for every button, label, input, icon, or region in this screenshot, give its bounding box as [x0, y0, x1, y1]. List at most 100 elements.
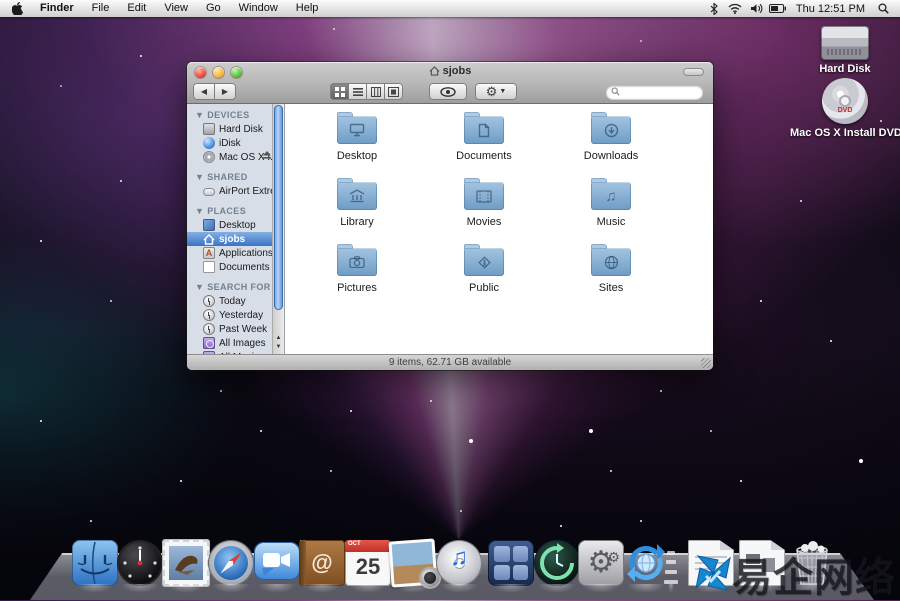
folder-movies[interactable]: Movies — [436, 178, 532, 228]
scrollbar-arrows[interactable]: ▲▼ — [273, 334, 284, 352]
sidebar-item-label: sjobs — [219, 234, 245, 245]
sidebar-item-desktop[interactable]: Desktop — [187, 218, 273, 232]
dock-item-mail[interactable] — [163, 540, 209, 586]
sidebar-item-all-images[interactable]: All Images — [187, 336, 273, 350]
folder-sites[interactable]: Sites — [563, 244, 659, 294]
folder-label: Desktop — [309, 150, 405, 162]
home-icon — [203, 233, 215, 245]
coverflow-view-button[interactable] — [384, 83, 403, 100]
dock-item-system-preferences[interactable]: ⚙⚙ — [578, 540, 624, 586]
wifi-icon[interactable] — [727, 0, 744, 17]
desktop-icon-label: Mac OS X Install DVD — [790, 127, 900, 139]
folder-desktop[interactable]: Desktop — [309, 112, 405, 162]
menu-go[interactable]: Go — [197, 0, 230, 17]
finder-window: sjobs ◀ ▶ — [187, 62, 713, 370]
dock-item-time-machine[interactable] — [534, 540, 580, 586]
desktop-icon-install-dvd[interactable]: DVD Mac OS X Install DVD — [790, 78, 900, 139]
sidebar-item-idisk[interactable]: iDisk — [187, 136, 273, 150]
toolbar-toggle-pill[interactable] — [683, 68, 704, 76]
folder-public[interactable]: Public — [436, 244, 532, 294]
apple-menu-icon[interactable] — [0, 2, 31, 15]
icon-view-button[interactable] — [330, 83, 349, 100]
column-view-button[interactable] — [366, 83, 385, 100]
ical-day: 25 — [345, 552, 391, 582]
sidebar-item-hard-disk[interactable]: Hard Disk — [187, 122, 273, 136]
menu-view[interactable]: View — [155, 0, 197, 17]
drive-icon — [203, 123, 215, 135]
sidebar-item-label: Hard Disk — [219, 124, 263, 135]
folder-downloads[interactable]: Downloads — [563, 112, 659, 162]
search-input[interactable] — [606, 85, 703, 99]
folder-pictures[interactable]: Pictures — [309, 244, 405, 294]
status-text: 9 items, 62.71 GB available — [389, 357, 511, 368]
scrollbar-thumb[interactable] — [274, 105, 283, 310]
folder-label: Pictures — [309, 282, 405, 294]
sidebar-item-label: Today — [219, 296, 246, 307]
dock-item-sync[interactable] — [623, 540, 669, 586]
dock-item-safari[interactable] — [208, 540, 254, 586]
dock-item-dashboard[interactable] — [117, 540, 163, 586]
folder-documents[interactable]: Documents — [436, 112, 532, 162]
pictures-folder-icon — [337, 248, 377, 276]
sidebar-section-shared[interactable]: ▼ SHARED — [187, 170, 273, 184]
sidebar-item-past-week[interactable]: Past Week — [187, 322, 273, 336]
eject-icon[interactable] — [263, 151, 271, 162]
folder-music[interactable]: ♫Music — [563, 178, 659, 228]
resize-grip[interactable] — [701, 358, 711, 368]
sidebar-section-devices[interactable]: ▼ DEVICES — [187, 108, 273, 122]
dock-item-spaces[interactable] — [488, 540, 534, 586]
quick-look-button[interactable] — [429, 83, 467, 100]
sites-folder-icon — [591, 248, 631, 276]
doc-icon — [203, 261, 215, 273]
window-chrome[interactable]: sjobs ◀ ▶ — [187, 62, 713, 103]
dock-item-ichat[interactable] — [254, 540, 300, 586]
menu-bar: FinderFileEditViewGoWindowHelp Thu 12:51… — [0, 0, 900, 17]
public-folder-icon — [464, 248, 504, 276]
forward-button[interactable]: ▶ — [214, 83, 236, 100]
folder-label: Sites — [563, 282, 659, 294]
sidebar-item-applications[interactable]: AApplications — [187, 246, 273, 260]
back-button[interactable]: ◀ — [193, 83, 215, 100]
sidebar-item-label: All Images — [219, 338, 266, 349]
dock-item-ical[interactable]: OCT25 — [345, 540, 391, 586]
dock-item-documents-stack[interactable] — [688, 540, 734, 586]
disc-icon — [203, 151, 215, 163]
desktop-icon-hard-disk[interactable]: Hard Disk — [790, 26, 900, 75]
sidebar-item-documents[interactable]: Documents — [187, 260, 273, 274]
sidebar-item-sjobs[interactable]: sjobs — [187, 232, 284, 246]
folder-library[interactable]: Library — [309, 178, 405, 228]
sidebar-item-label: iDisk — [219, 138, 241, 149]
battery-icon[interactable] — [769, 0, 786, 17]
menu-window[interactable]: Window — [230, 0, 287, 17]
action-menu-button[interactable]: ⚙▼ — [475, 83, 517, 100]
menu-finder[interactable]: Finder — [31, 0, 83, 17]
sidebar-item-airport-extreme[interactable]: AirPort Extreme — [187, 184, 273, 198]
dock-item-itunes[interactable]: ♫ — [436, 540, 482, 586]
sidebar-section-search-for[interactable]: ▼ SEARCH FOR — [187, 280, 273, 294]
sidebar-item-mac-os-x-i-[interactable]: Mac OS X I... — [187, 150, 273, 164]
folder-label: Movies — [436, 216, 532, 228]
sidebar-item-yesterday[interactable]: Yesterday — [187, 308, 273, 322]
chevron-down-icon: ▼ — [499, 88, 506, 95]
menu-edit[interactable]: Edit — [118, 0, 155, 17]
spotlight-icon[interactable] — [875, 0, 892, 17]
hard-disk-icon — [821, 26, 869, 60]
dock-item-iphoto[interactable] — [390, 540, 436, 586]
list-view-button[interactable] — [348, 83, 367, 100]
dock-item-downloads-stack[interactable] — [739, 540, 785, 586]
volume-icon[interactable] — [748, 0, 765, 17]
sidebar-scrollbar[interactable]: ▲▼ — [272, 104, 284, 354]
status-bar: 9 items, 62.71 GB available — [187, 354, 713, 370]
menu-file[interactable]: File — [83, 0, 119, 17]
sidebar-item-today[interactable]: Today — [187, 294, 273, 308]
dock-item-address-book[interactable]: @ — [299, 540, 345, 586]
search-icon — [611, 87, 620, 96]
music-folder-icon: ♫ — [591, 182, 631, 210]
sidebar-section-places[interactable]: ▼ PLACES — [187, 204, 273, 218]
menu-help[interactable]: Help — [287, 0, 328, 17]
dock-item-trash[interactable] — [789, 540, 835, 586]
folder-label: Downloads — [563, 150, 659, 162]
bluetooth-icon[interactable] — [706, 0, 723, 17]
dock-item-finder[interactable] — [72, 540, 118, 586]
menu-bar-clock[interactable]: Thu 12:51 PM — [790, 3, 871, 15]
